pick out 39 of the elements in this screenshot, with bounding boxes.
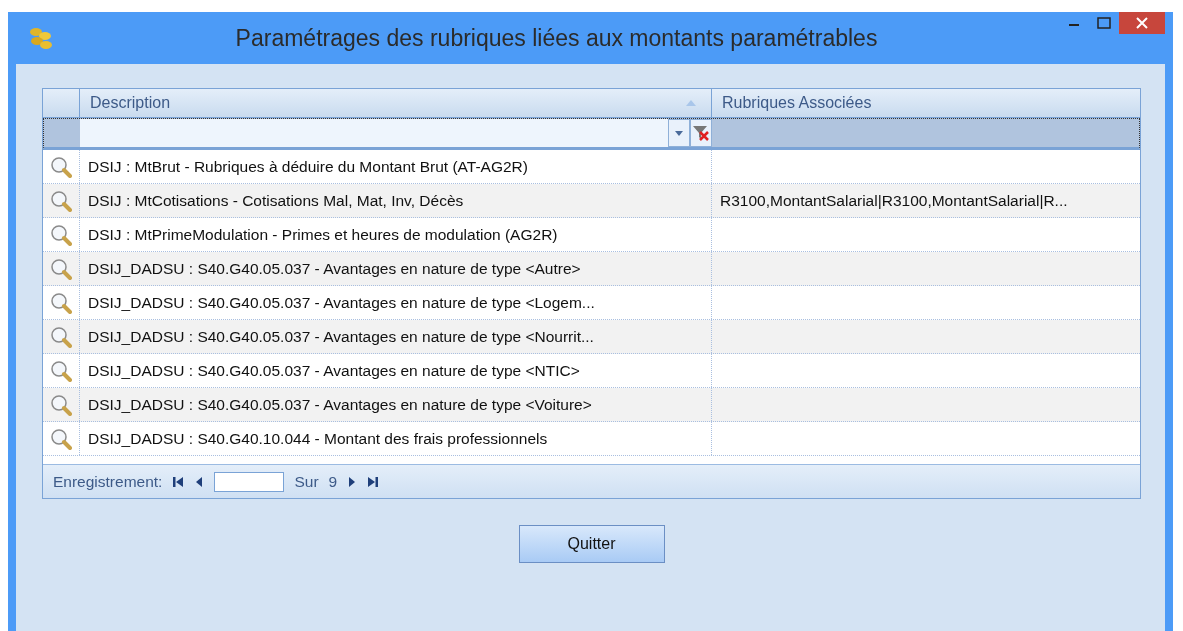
table-cell: DSIJ_DADSU : S40.G40.05.037 - Avantages en nature de type <Logem... [79, 286, 711, 319]
record-label: Enregistrement: [53, 472, 163, 491]
first-record-icon[interactable] [172, 475, 185, 488]
magnifier-icon[interactable] [50, 257, 72, 280]
clear-filter-button[interactable] [690, 119, 712, 147]
column-header[interactable]: Rubriques Associées [711, 89, 1140, 117]
clear-filter-icon [692, 124, 710, 142]
column-header[interactable]: Description [79, 89, 711, 117]
window-title: Paramétrages des rubriques liées aux montants paramétrables [234, 24, 879, 52]
record-field[interactable] [214, 471, 285, 492]
caret-icon [675, 130, 683, 136]
table-cell: DSIJ_DADSU : S40.G40.10.044 - Montant des frais professionnels [79, 422, 711, 455]
magnifier-icon[interactable] [50, 359, 72, 382]
filter-field[interactable] [80, 119, 712, 147]
close-button[interactable] [1119, 12, 1165, 34]
magnifier-icon[interactable] [50, 393, 72, 416]
table-cell: R3100,MontantSalarial|R3100,MontantSalarial|R... [711, 184, 1140, 217]
table-cell: DSIJ : MtBrut - Rubriques à déduire du Montant Brut (AT-AG2R) [79, 150, 711, 183]
magnifier-icon[interactable] [50, 223, 72, 246]
table-cell: DSIJ_DADSU : S40.G40.05.037 - Avantages en nature de type <Nourrit... [79, 320, 711, 353]
table-cell: DSIJ : MtPrimeModulation - Primes et heures de modulation (AG2R) [79, 218, 711, 251]
table-cell: DSIJ : MtCotisations - Cotisations Mal, Mat, Inv, Décès [79, 184, 711, 217]
last-record-icon[interactable] [367, 475, 380, 488]
quit-button[interactable]: Quitter [518, 525, 665, 563]
coins-icon [28, 26, 54, 50]
magnifier-icon[interactable] [50, 155, 72, 178]
magnifier-icon[interactable] [50, 291, 72, 314]
previous-record-icon[interactable] [194, 475, 205, 488]
magnifier-icon[interactable] [50, 189, 72, 212]
close-icon [1136, 17, 1148, 29]
maximize-icon [1097, 17, 1111, 29]
table-cell: DSIJ_DADSU : S40.G40.05.037 - Avantages en nature de type <Autre> [79, 252, 711, 285]
of-label: Sur [294, 472, 319, 491]
record-count: 9 [328, 472, 338, 491]
dropdown-button[interactable] [668, 119, 690, 147]
table-cell: DSIJ_DADSU : S40.G40.05.037 - Avantages en nature de type <NTIC> [79, 354, 711, 387]
magnifier-icon[interactable] [50, 427, 72, 450]
magnifier-icon[interactable] [50, 325, 72, 348]
table-cell: DSIJ_DADSU : S40.G40.05.037 - Avantages en nature de type <Voiture> [79, 388, 711, 421]
